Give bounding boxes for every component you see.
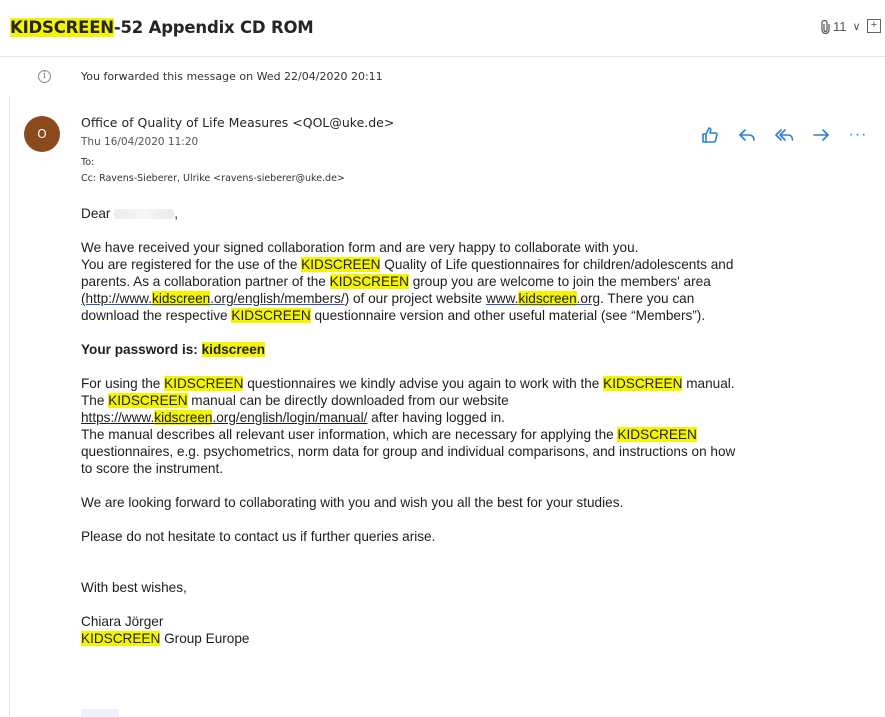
reply-icon (739, 129, 755, 141)
like-button[interactable] (698, 123, 722, 147)
sent-date: Thu 16/04/2020 11:20 (81, 136, 199, 148)
expand-icon[interactable]: + (867, 19, 881, 33)
paragraph-registration: We have received your signed collaborati… (81, 240, 734, 323)
subject-bar: KIDSCREEN-52 Appendix CD ROM 11 ∨ + (0, 0, 885, 56)
greeting: Dear , (81, 206, 179, 221)
forward-button[interactable] (809, 123, 833, 147)
paperclip-icon (821, 19, 830, 34)
manual-link[interactable]: https://www.kidscreen.org/english/login/… (81, 410, 367, 425)
paragraph-wishes: We are looking forward to collaborating … (81, 495, 624, 510)
attachment-count: 11 (833, 19, 847, 34)
email-body: Dear , We have received your signed coll… (81, 205, 871, 647)
info-icon: i (38, 70, 51, 83)
forwarded-notice: You forwarded this message on Wed 22/04/… (81, 70, 383, 83)
attachments-button[interactable]: 11 ∨ (821, 19, 861, 34)
closing: With best wishes, (81, 580, 187, 595)
website-link[interactable]: www.kidscreen.org (486, 291, 600, 306)
message-actions: ··· (698, 123, 883, 147)
members-area-link[interactable]: (http://www.kidscreen.org/english/member… (81, 291, 345, 306)
signature-org: KIDSCREEN Group Europe (81, 631, 250, 646)
chevron-down-icon: ∨ (852, 21, 861, 33)
thumbs-up-icon (702, 127, 718, 143)
password-line: Your password is: kidscreen (81, 342, 266, 357)
signature-name: Chiara Jörger (81, 614, 164, 629)
more-actions-button[interactable]: ··· (846, 123, 870, 147)
cc-line: Cc: Ravens-Sieberer, Ulrike <ravens-sieb… (81, 173, 345, 184)
reply-all-icon (775, 129, 794, 141)
sender-address[interactable]: Office of Quality of Life Measures <QOL@… (81, 115, 394, 130)
redacted-name (114, 209, 175, 220)
faint-signature-image (81, 709, 119, 717)
paragraph-manual: For using the KIDSCREEN questionnaires w… (81, 376, 736, 476)
paragraph-contact: Please do not hesitate to contact us if … (81, 529, 436, 544)
subject-divider (0, 56, 885, 57)
reply-button[interactable] (735, 123, 759, 147)
left-border-line (9, 96, 10, 717)
forward-arrow-icon (813, 129, 829, 141)
to-line: To: (81, 157, 95, 168)
reply-all-button[interactable] (772, 123, 796, 147)
sender-avatar[interactable]: O (24, 116, 60, 152)
email-subject: KIDSCREEN-52 Appendix CD ROM (10, 18, 314, 37)
